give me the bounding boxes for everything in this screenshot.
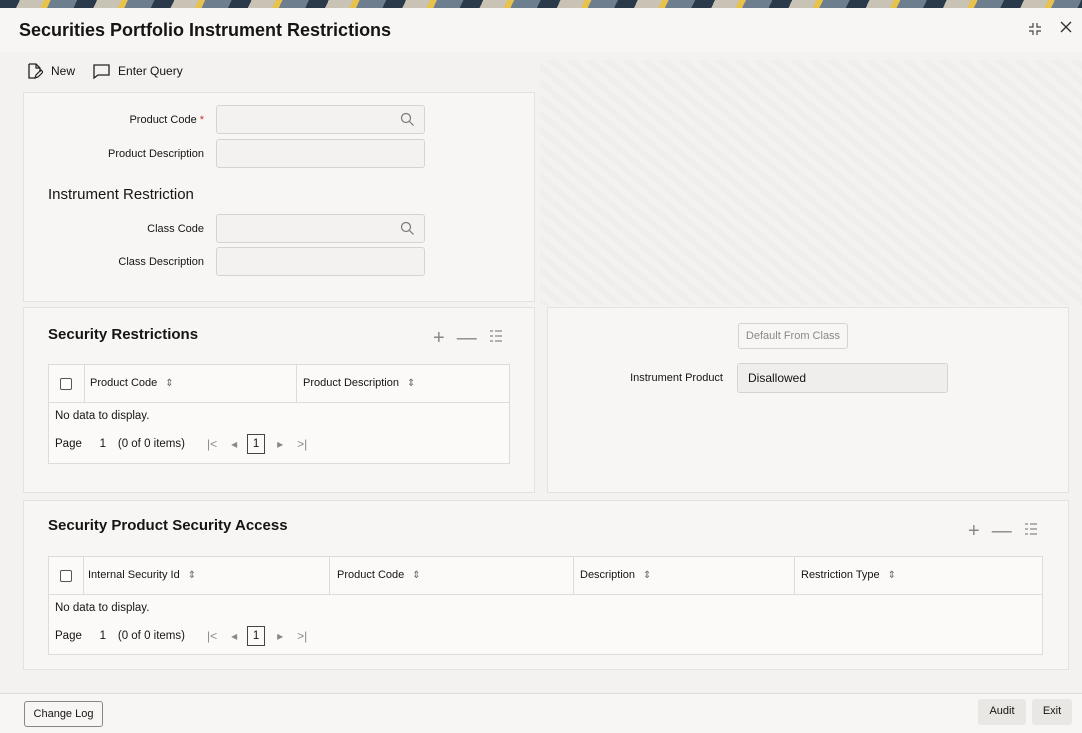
- sort-icon: ⇕: [643, 570, 652, 581]
- product-description-field: [216, 139, 425, 168]
- next-page-icon[interactable]: ▸: [277, 629, 283, 643]
- next-page-icon[interactable]: ▸: [277, 437, 283, 451]
- select-all-checkbox[interactable]: [60, 378, 72, 390]
- table-header: Product Code ⇕ Product Description ⇕: [49, 365, 509, 403]
- class-description-label: Class Description: [118, 256, 204, 268]
- security-access-heading: Security Product Security Access: [48, 517, 288, 534]
- prev-page-icon[interactable]: ◂: [231, 437, 237, 451]
- column-list-icon[interactable]: [489, 328, 503, 348]
- column-restriction-type[interactable]: Restriction Type ⇕: [801, 569, 896, 581]
- column-internal-security-id[interactable]: Internal Security Id ⇕: [88, 569, 196, 581]
- product-panel: Product Code * Product Description Instru…: [23, 92, 535, 302]
- instrument-product-label: Instrument Product: [630, 372, 723, 384]
- column-description[interactable]: Description ⇕: [580, 569, 651, 581]
- audit-button[interactable]: Audit: [978, 699, 1026, 725]
- pagination: Page 1 (0 of 0 items) |< ◂ 1 ▸ >|: [55, 433, 307, 455]
- instrument-product-panel: Default From Class Instrument Product Di…: [547, 307, 1069, 493]
- current-page[interactable]: 1: [247, 626, 266, 646]
- instrument-restriction-heading: Instrument Restriction: [48, 186, 194, 203]
- page-label: Page: [55, 630, 82, 642]
- empty-message: No data to display.: [55, 602, 150, 614]
- product-description-label: Product Description: [108, 148, 204, 160]
- last-page-icon[interactable]: >|: [297, 629, 307, 643]
- add-row-icon[interactable]: +: [968, 521, 980, 541]
- column-product-code[interactable]: Product Code ⇕: [337, 569, 421, 581]
- column-product-code[interactable]: Product Code ⇕: [90, 377, 174, 389]
- page-number-input[interactable]: 1: [92, 625, 114, 647]
- close-icon[interactable]: [1059, 18, 1073, 39]
- required-marker: *: [199, 114, 204, 126]
- add-row-icon[interactable]: +: [433, 328, 445, 348]
- chat-icon: [93, 63, 110, 79]
- page-title: Securities Portfolio Instrument Restrict…: [19, 20, 392, 40]
- select-all-checkbox[interactable]: [60, 570, 72, 582]
- class-code-label: Class Code: [147, 223, 204, 235]
- sort-icon: ⇕: [887, 570, 897, 581]
- search-icon[interactable]: [400, 221, 415, 239]
- security-restrictions-panel: Security Restrictions + — Product Code ⇕ …: [23, 307, 535, 493]
- remove-row-icon[interactable]: —: [992, 521, 1012, 541]
- table-header: Internal Security Id ⇕ Product Code ⇕ Desc…: [49, 557, 1042, 595]
- enter-query-button[interactable]: Enter Query: [93, 63, 183, 79]
- grid-tools: + —: [968, 521, 1038, 541]
- background-texture: [540, 60, 1082, 305]
- grid-tools: + —: [433, 328, 503, 348]
- security-restrictions-heading: Security Restrictions: [48, 326, 199, 343]
- current-page[interactable]: 1: [247, 434, 266, 454]
- empty-message: No data to display.: [55, 410, 150, 422]
- security-access-panel: Security Product Security Access + — Int…: [23, 500, 1069, 670]
- search-icon[interactable]: [400, 112, 415, 130]
- column-product-description[interactable]: Product Description ⇕: [303, 377, 415, 389]
- page-number-input[interactable]: 1: [92, 433, 114, 455]
- items-info: (0 of 0 items): [117, 630, 185, 642]
- title-bar: Securities Portfolio Instrument Restrict…: [0, 8, 1082, 52]
- enter-query-label: Enter Query: [118, 64, 183, 78]
- product-code-input[interactable]: [216, 105, 425, 134]
- sort-icon: ⇕: [412, 570, 421, 581]
- remove-row-icon[interactable]: —: [457, 328, 477, 348]
- change-log-button[interactable]: Change Log: [24, 701, 103, 727]
- items-info: (0 of 0 items): [117, 438, 185, 450]
- toolbar: New Enter Query: [26, 60, 183, 82]
- sort-icon: ⇕: [407, 378, 416, 389]
- page-label: Page: [55, 438, 82, 450]
- instrument-product-value: Disallowed: [737, 363, 948, 393]
- security-restrictions-table: Product Code ⇕ Product Description ⇕ No da…: [48, 364, 510, 464]
- new-button[interactable]: New: [26, 62, 76, 80]
- footer-bar: Change Log Audit Exit: [0, 693, 1082, 733]
- sort-icon: ⇕: [165, 378, 174, 389]
- product-code-label: Product Code *: [129, 114, 204, 126]
- prev-page-icon[interactable]: ◂: [231, 629, 237, 643]
- column-list-icon[interactable]: [1024, 521, 1038, 541]
- first-page-icon[interactable]: |<: [207, 629, 217, 643]
- first-page-icon[interactable]: |<: [207, 437, 217, 451]
- exit-button[interactable]: Exit: [1032, 699, 1072, 725]
- class-description-field: [216, 247, 425, 276]
- pagination: Page 1 (0 of 0 items) |< ◂ 1 ▸ >|: [55, 625, 307, 647]
- last-page-icon[interactable]: >|: [297, 437, 307, 451]
- header-decoration: [0, 0, 1082, 8]
- sort-icon: ⇕: [187, 570, 197, 581]
- new-document-icon: [28, 62, 43, 79]
- class-code-input[interactable]: [216, 214, 425, 243]
- shrink-icon[interactable]: [1028, 22, 1042, 39]
- security-access-table: Internal Security Id ⇕ Product Code ⇕ Desc…: [48, 556, 1043, 655]
- new-label: New: [51, 64, 76, 78]
- default-from-class-button[interactable]: Default From Class: [738, 323, 848, 349]
